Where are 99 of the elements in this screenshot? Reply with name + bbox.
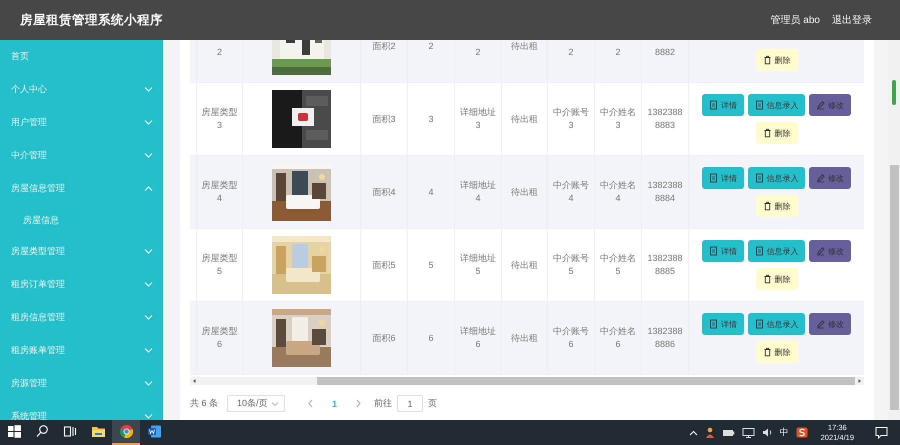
delete-button[interactable]: 删除 [756,49,798,71]
delete-button[interactable]: 删除 [756,268,798,290]
table-cell-text: 5 [427,258,434,272]
table-cell: 详细地址 5 [459,252,497,278]
pen-icon [816,246,825,256]
table-cell-text: 面积5 [371,258,396,272]
document-icon [709,246,718,256]
pen-icon [816,319,825,329]
table-cell-text: 待出租 [510,332,539,344]
table-cell-text: 13823888883 [646,106,684,132]
table-cell-text: 待出租 [510,186,539,198]
table-cell-text: 6 [427,332,434,344]
folder-icon [90,424,106,439]
document-icon [709,319,718,329]
delete-button[interactable]: 删除 [756,122,798,144]
trash-icon [762,128,772,138]
logout-link[interactable]: 退出登录 [832,13,872,27]
browser-button[interactable] [112,420,140,445]
document-icon [754,173,764,183]
browser-icon [118,424,134,439]
page-suffix: 页 [428,397,438,410]
delete-button[interactable]: 删除 [756,341,798,363]
details-button[interactable]: 详情 [702,167,744,189]
entry-button[interactable]: 信息录入 [748,167,805,189]
document-icon [709,100,718,110]
page-input[interactable]: 1 [397,395,424,412]
details-button[interactable]: 详情 [702,313,744,335]
table-cell: 中介姓名 6 [599,325,637,351]
table-cell-text: 2 [474,46,482,59]
table-cell: 中介姓名 5 [599,252,637,278]
table-cell-text: 2 [614,46,622,59]
total-count: 共 6 条 [190,397,218,410]
table-cell: 房屋类型 4 [200,179,238,205]
trash-icon [762,55,772,65]
table-cell: 中介账号 5 [552,252,590,278]
document-icon [754,100,764,110]
trash-icon [762,201,772,211]
delete-button[interactable]: 删除 [756,195,798,217]
table-cell: 房屋类型 3 [200,106,238,132]
dropdown-icon [271,400,280,406]
entry-button[interactable]: 信息录入 [748,240,805,262]
table-cell-text: 面积6 [371,332,396,344]
document-icon [754,319,764,329]
handle-icon [892,80,896,105]
monitor-icon[interactable] [742,427,755,438]
table-cell-text: 3 [427,112,434,126]
details-button[interactable]: 详情 [702,240,744,262]
table-cell-text: 2 [216,46,223,59]
table-cell: 中介姓名 4 [599,179,637,205]
table-cell: 中介账号 3 [552,106,590,132]
scrollbar-thumb[interactable] [317,377,855,385]
battery-icon[interactable] [722,427,735,438]
document-icon [709,173,718,183]
table-cell-text: 2 [567,46,574,59]
table-cell-text: 4 [427,186,434,198]
table-cell-text: 13823888886 [646,325,684,351]
scrollbar-thumb[interactable] [890,165,898,410]
speaker-icon[interactable] [762,427,773,438]
table-cell: 房屋类型 6 [200,325,238,351]
start-icon [6,424,22,439]
table-cell: 房屋类型 5 [200,252,238,278]
table-cell: 详细地址 4 [459,179,497,205]
app-title: 房屋租赁管理系统小程序 [20,12,163,28]
table-cell-text: 13823888885 [646,252,684,278]
table-cell: 详细地址 6 [459,325,497,351]
table-cell-text: 待出租 [510,40,539,52]
pen-icon [816,100,825,110]
table-cell-text: 面积2 [371,40,396,52]
table-cell-text: 待出租 [510,258,539,272]
trash-icon [762,347,772,357]
entry-button[interactable]: 信息录入 [748,313,805,335]
notification-icon[interactable] [875,426,888,439]
table-cell-text: 待出租 [510,112,539,126]
person-icon[interactable] [704,427,715,438]
details-button[interactable]: 详情 [702,94,744,116]
page-size-select[interactable]: 10条/页 [227,395,286,412]
table-cell-text: 13823888884 [646,179,684,205]
document-app-icon [146,424,162,439]
document-icon [754,246,764,256]
entry-button[interactable]: 信息录入 [748,94,805,116]
pen-icon [816,173,825,183]
table-cell-text: 8882 [654,46,676,59]
input-method-icon[interactable] [796,427,808,438]
table-cell-text: 面积4 [371,186,396,198]
table-cell-text: 2 [427,40,434,52]
table-cell: 中介账号 6 [552,325,590,351]
user-name: 管理员 abo [770,14,820,27]
chevron-up-icon[interactable] [688,428,698,436]
vertical-scrollbar[interactable] [888,40,900,420]
table-cell-text: 面积3 [371,112,396,126]
search-icon [34,424,50,439]
goto-label: 前往 [374,397,392,410]
input-language[interactable]: 中 [780,426,789,439]
task-view-icon [62,424,78,439]
table-cell: 中介姓名 3 [599,106,637,132]
horizontal-scrollbar[interactable] [190,377,864,385]
table-cell: 中介账号 4 [552,179,590,205]
table-cell: 详细地址 3 [459,106,497,132]
trash-icon [762,274,772,284]
